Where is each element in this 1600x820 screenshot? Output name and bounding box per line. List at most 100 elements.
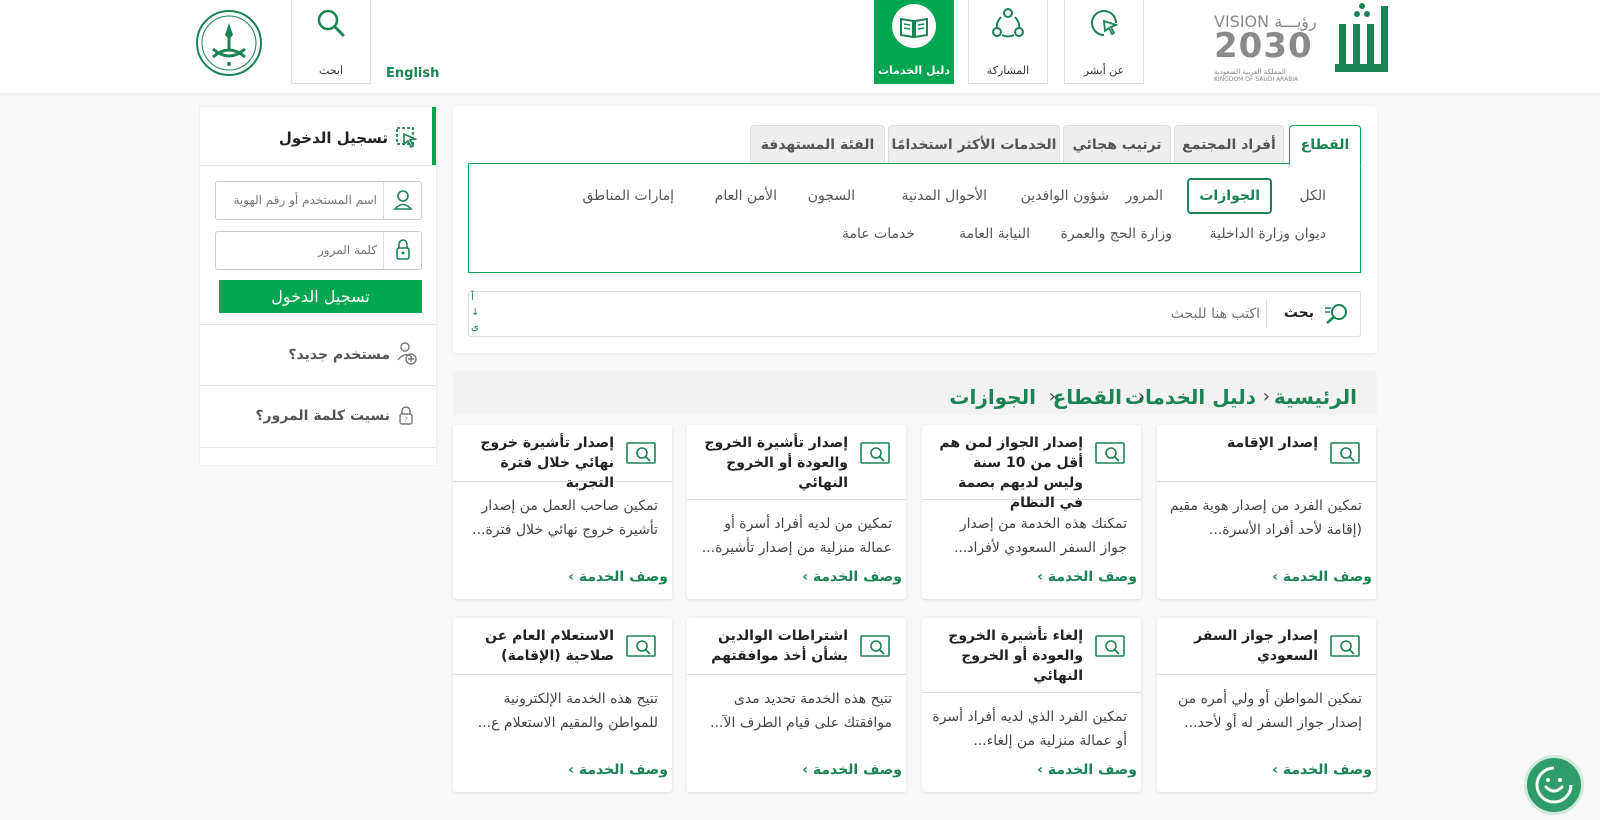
breadcrumb-passports: الجوازات (949, 385, 1036, 409)
tab-target-group[interactable]: الفئة المستهدفة (750, 125, 885, 165)
service-description-link[interactable]: وصف الخدمة › (1037, 569, 1137, 585)
service-search-icon (1330, 442, 1360, 464)
filter-moi-office[interactable]: ديوان وزارة الداخلية (1210, 226, 1326, 242)
chat-bot-icon (1535, 766, 1573, 804)
service-card[interactable]: إلغاء تأشيرة الخروج والعودة أو الخروج ال… (922, 618, 1141, 792)
login-title: تسجيل الدخول (278, 129, 388, 147)
service-card-description: تتيح هذه الخدمة تحديد مدى موافقتك على قي… (710, 691, 892, 731)
nav-about-absher-label: عن أبشر (1083, 64, 1125, 77)
service-card-title[interactable]: إصدار الإقامة (1168, 433, 1318, 453)
nav-about-absher[interactable]: عن أبشر (1064, 0, 1144, 84)
filter-civil-affairs[interactable]: الأحوال المدنية (902, 188, 988, 204)
new-user-icon (397, 342, 417, 365)
filter-public-security[interactable]: الأمن العام (715, 188, 777, 204)
filter-all[interactable]: الكل (1300, 188, 1327, 204)
password-placeholder: كلمة المرور (317, 243, 377, 257)
service-search-bar: بحث أ ↓ ى (468, 291, 1361, 337)
new-user-link[interactable]: مستخدم جديد؟ (288, 347, 390, 363)
pointer-click-icon (1091, 10, 1119, 36)
service-card-title[interactable]: إصدار جواز السفر السعودي (1168, 626, 1318, 666)
filter-passports[interactable]: الجوازات (1187, 178, 1272, 214)
service-search-icon (860, 635, 890, 657)
sort-glyph-start: أ (471, 292, 474, 303)
service-card-header: إصدار تأشيرة الخروج والعودة أو الخروج ال… (687, 425, 906, 500)
service-card-title[interactable]: إصدار الجواز لمن هم أقل من 10 سنة وليس ل… (933, 433, 1083, 513)
user-icon (383, 182, 421, 219)
nav-services-guide[interactable]: دليل الخدمات (874, 0, 954, 84)
search-input[interactable] (580, 296, 1260, 332)
login-pointer-icon (396, 127, 417, 149)
tab-most-used[interactable]: الخدمات الأكثر استخدامًا (888, 125, 1060, 165)
english-language-link[interactable]: English (386, 66, 439, 81)
tab-alphabetical[interactable]: ترتيب هجائي (1063, 125, 1171, 165)
service-description-link[interactable]: وصف الخدمة › (568, 762, 668, 778)
service-description-link[interactable]: وصف الخدمة › (568, 569, 668, 585)
vision-2030-logo[interactable]: VISION رؤيـــة 2030 المملكة العربية السع… (1214, 3, 1394, 83)
breadcrumb-separator: › (1137, 386, 1145, 407)
password-field[interactable]: كلمة المرور (215, 231, 422, 270)
service-card-description: تتيح هذه الخدمة الإلكترونية للمواطن والم… (477, 691, 658, 731)
filter-hajj-umrah[interactable]: وزارة الحج والعمرة (1061, 226, 1172, 242)
search-label: بحث (1283, 305, 1314, 321)
search-magnifier-icon (1325, 304, 1347, 324)
username-placeholder: اسم المستخدم أو رقم الهوية (233, 193, 377, 207)
service-description-link[interactable]: وصف الخدمة › (1037, 762, 1137, 778)
service-card-title[interactable]: الاستعلام العام عن صلاحية (الإقامة) (464, 626, 614, 666)
service-card[interactable]: اشتراطات الوالدين بشأن أخذ موافقتهم تتيح … (687, 618, 906, 792)
filter-emirates[interactable]: إمارات المناطق (583, 188, 675, 204)
service-card[interactable]: إصدار تأشيرة الخروج والعودة أو الخروج ال… (687, 425, 906, 599)
service-card-title[interactable]: إصدار تأشيرة خروج نهائي خلال فترة التجرب… (464, 433, 614, 493)
svg-text:?: ? (404, 416, 408, 424)
divider (200, 324, 436, 325)
saudi-emblem-logo[interactable] (195, 9, 263, 81)
service-card[interactable]: إصدار الإقامة تمكين الفرد من إصدار هوية م… (1157, 425, 1376, 599)
service-card-description: تمكين المواطن أو ولي أمره من إصدار جواز … (1178, 691, 1362, 731)
top-header: ابحث English دليل الخدمات المشاركة عن أب… (0, 0, 1600, 94)
tab-sector[interactable]: القطاع (1289, 125, 1361, 166)
service-card[interactable]: إصدار الجواز لمن هم أقل من 10 سنة وليس ل… (922, 425, 1141, 599)
service-card[interactable]: إصدار تأشيرة خروج نهائي خلال فترة التجرب… (453, 425, 672, 599)
service-search-icon (1330, 635, 1360, 657)
divider (200, 447, 436, 448)
service-card-description: تمكين الفرد من إصدار هوية مقيم (إقامة لأ… (1169, 498, 1362, 538)
sort-toggle[interactable]: أ ↓ ى (471, 290, 481, 335)
service-description-link[interactable]: وصف الخدمة › (802, 762, 902, 778)
service-search-icon (626, 635, 656, 657)
filter-traffic[interactable]: المرور (1126, 188, 1164, 204)
service-card-description: تمكين الفرد الذي لديه أفراد أسرة أو عمال… (932, 709, 1127, 749)
vision-ar-text: المملكة العربية السعودية (1214, 68, 1286, 76)
lock-icon (383, 232, 421, 269)
filter-public-prosecution[interactable]: النيابة العامة (959, 226, 1030, 242)
service-card-header: اشتراطات الوالدين بشأن أخذ موافقتهم (687, 618, 906, 675)
login-button[interactable]: تسجيل الدخول (219, 280, 422, 313)
tab-community[interactable]: أفراد المجتمع (1174, 125, 1284, 165)
breadcrumb-sector[interactable]: القطاع (1053, 385, 1122, 409)
participation-icon (992, 8, 1024, 38)
breadcrumb-home[interactable]: الرئيسية (1274, 385, 1357, 409)
username-field[interactable]: اسم المستخدم أو رقم الهوية (215, 181, 422, 220)
filter-prisons[interactable]: السجون (808, 188, 855, 204)
login-accent-bar (432, 107, 436, 165)
divider (200, 165, 436, 166)
chat-assistant-button[interactable] (1524, 755, 1584, 815)
service-card[interactable]: إصدار جواز السفر السعودي تمكين المواطن أو… (1157, 618, 1376, 792)
forgot-password-link[interactable]: نسيت كلمة المرور؟ (255, 408, 390, 424)
service-description-link[interactable]: وصف الخدمة › (1272, 569, 1372, 585)
filter-general-services[interactable]: خدمات عامة (842, 226, 915, 242)
search-nav-button[interactable]: ابحث (291, 0, 371, 84)
service-card-title[interactable]: إلغاء تأشيرة الخروج والعودة أو الخروج ال… (933, 626, 1083, 686)
service-card-header: إصدار جواز السفر السعودي (1157, 618, 1376, 675)
open-book-icon (900, 17, 928, 39)
service-description-link[interactable]: وصف الخدمة › (802, 569, 902, 585)
vision-en-text: KINGDOM OF SAUDI ARABIA (1214, 76, 1299, 83)
service-card[interactable]: الاستعلام العام عن صلاحية (الإقامة) تتيح … (453, 618, 672, 792)
search-icon (317, 9, 345, 37)
filter-expat-affairs[interactable]: شؤون الوافدين (1021, 188, 1109, 204)
service-card-title[interactable]: إصدار تأشيرة الخروج والعودة أو الخروج ال… (698, 433, 848, 493)
search-divider (1266, 300, 1267, 328)
service-card-title[interactable]: اشتراطات الوالدين بشأن أخذ موافقتهم (698, 626, 848, 666)
nav-participation[interactable]: المشاركة (968, 0, 1048, 84)
service-search-icon (626, 442, 656, 464)
sector-filter-box: الكل الجوازات المرور شؤون الوافدين الأحو… (468, 163, 1361, 273)
service-description-link[interactable]: وصف الخدمة › (1272, 762, 1372, 778)
